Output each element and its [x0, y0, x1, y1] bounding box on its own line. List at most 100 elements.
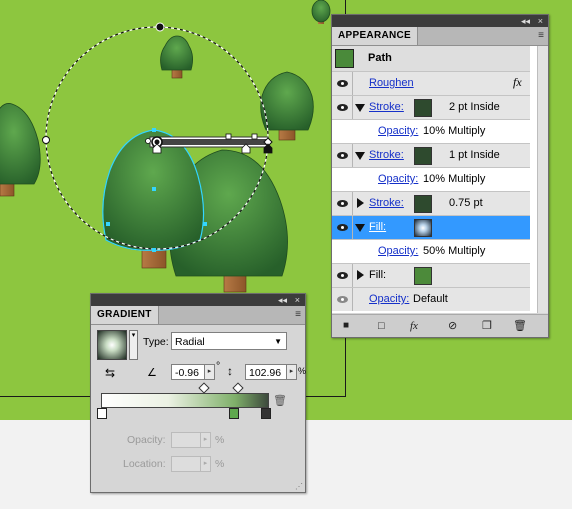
gradient-preset-dropdown-icon[interactable]: ▾ [129, 330, 138, 360]
gradient-panel: ◂◂ × GRADIENT ≡ ▾ Type: Radial ▼ ⇆ ∠ -0.… [90, 293, 306, 493]
opacity-percent-symbol: % [215, 434, 225, 446]
opacity-value: 10% Multiply [423, 173, 486, 185]
gradient-preview-swatch[interactable] [97, 330, 127, 360]
opacity-dropdown-icon[interactable]: ▸ [201, 432, 211, 448]
gradient-slider[interactable] [101, 393, 269, 408]
opacity-label: Opacity: [127, 434, 166, 446]
color-stop-green[interactable] [229, 408, 239, 419]
percent-symbol: % [298, 366, 307, 376]
degree-symbol: ° [216, 360, 221, 372]
fill-link[interactable]: Fill: [369, 221, 386, 233]
disclosure-expanded-icon[interactable] [355, 104, 365, 112]
visibility-eye-icon[interactable] [332, 216, 353, 239]
panel-menu-icon[interactable]: ≡ [538, 30, 544, 42]
opacity-link[interactable]: Opacity: [378, 245, 418, 257]
location-percent-symbol: % [215, 458, 225, 470]
visibility-eye-icon[interactable] [332, 264, 353, 287]
stroke-color-swatch[interactable] [414, 99, 432, 117]
opacity-link[interactable]: Opacity: [369, 293, 409, 305]
row-roughen[interactable]: Roughen fx [332, 72, 530, 96]
tree-tiny [311, 0, 331, 24]
stroke-color-swatch[interactable] [414, 147, 432, 165]
stroke-value: 1 pt Inside [449, 149, 500, 161]
tab-appearance[interactable]: APPEARANCE [332, 27, 419, 45]
collapse-panel-icon[interactable]: ◂◂ [278, 294, 287, 306]
appearance-panel: ◂◂ × APPEARANCE ≡ Path Roughen fx Stroke… [331, 14, 549, 338]
angle-icon: ∠ [147, 367, 157, 379]
location-input[interactable] [171, 456, 201, 472]
color-stop-dark[interactable] [261, 408, 271, 419]
disclosure-expanded-icon[interactable] [355, 224, 365, 232]
opacity-value: 10% Multiply [423, 125, 486, 137]
opacity-link[interactable]: Opacity: [378, 173, 418, 185]
row-stroke-3[interactable]: Stroke: 0.75 pt [332, 192, 530, 216]
angle-dropdown-icon[interactable]: ▸ [205, 364, 215, 380]
gradient-title-bar[interactable]: ◂◂ × [91, 294, 305, 306]
type-select-value: Radial [175, 336, 205, 348]
row-opacity-1[interactable]: Opacity: 10% Multiply [332, 120, 530, 144]
appearance-scrollbar[interactable] [537, 46, 548, 313]
chevron-down-icon: ▼ [274, 337, 282, 346]
add-new-stroke-icon[interactable]: ■ [343, 319, 349, 333]
gradient-tab-bar: GRADIENT ≡ [91, 306, 305, 325]
stroke-link[interactable]: Stroke: [369, 101, 404, 113]
type-select[interactable]: Radial ▼ [171, 332, 287, 350]
opacity-input[interactable] [171, 432, 201, 448]
close-panel-icon[interactable]: × [538, 15, 543, 27]
appearance-title-bar[interactable]: ◂◂ × [332, 15, 548, 27]
row-opacity-3[interactable]: Opacity: 50% Multiply [332, 240, 530, 264]
resize-grip-icon[interactable]: ⋰ [295, 482, 303, 491]
midpoint-diamond-2[interactable] [232, 382, 244, 394]
collapse-panel-icon[interactable]: ◂◂ [521, 15, 530, 27]
tree-left-edge [0, 103, 41, 197]
stroke-value: 0.75 pt [449, 197, 483, 209]
reverse-gradient-icon[interactable]: ⇆ [105, 366, 115, 380]
fill-gradient-swatch[interactable] [414, 219, 432, 237]
panel-menu-icon[interactable]: ≡ [295, 309, 301, 321]
clear-appearance-icon[interactable]: ⊘ [448, 319, 457, 333]
row-fill-2[interactable]: Fill: [332, 264, 530, 288]
trash-icon[interactable]: 🗑 [273, 394, 287, 407]
path-label: Path [368, 52, 392, 64]
path-thumbnail [335, 49, 354, 68]
appearance-header-row: Path [332, 46, 530, 72]
appearance-list: Path Roughen fx Stroke: 2 pt Inside Opac… [332, 46, 548, 313]
disclosure-collapsed-icon[interactable] [357, 270, 364, 280]
roughen-link[interactable]: Roughen [369, 77, 414, 89]
row-fill-selected[interactable]: Fill: [332, 216, 530, 240]
appearance-footer: ■ □ fx ⊘ ❐ 🗑 [332, 314, 548, 337]
tree-small [160, 35, 193, 79]
visibility-eye-icon[interactable] [332, 72, 353, 95]
disclosure-expanded-icon[interactable] [355, 152, 365, 160]
row-opacity-2[interactable]: Opacity: 10% Multiply [332, 168, 530, 192]
aspect-ratio-input[interactable]: 102.96 [245, 364, 287, 380]
angle-input[interactable]: -0.96 [171, 364, 205, 380]
eye-column-spacer [332, 168, 352, 191]
stroke-color-swatch[interactable] [414, 195, 432, 213]
midpoint-diamond-1[interactable] [198, 382, 210, 394]
visibility-eye-icon[interactable] [332, 96, 353, 119]
location-dropdown-icon[interactable]: ▸ [201, 456, 211, 472]
row-stroke-1[interactable]: Stroke: 2 pt Inside [332, 96, 530, 120]
duplicate-item-icon[interactable]: ❐ [482, 319, 492, 333]
stroke-link[interactable]: Stroke: [369, 197, 404, 209]
row-stroke-2[interactable]: Stroke: 1 pt Inside [332, 144, 530, 168]
stroke-link[interactable]: Stroke: [369, 149, 404, 161]
eye-column-spacer [332, 240, 352, 263]
aspect-dropdown-icon[interactable]: ▸ [287, 364, 297, 380]
appearance-tab-bar: APPEARANCE ≡ [332, 27, 548, 46]
trash-icon[interactable]: 🗑 [513, 319, 527, 333]
row-opacity-default[interactable]: Opacity: Default [332, 288, 530, 311]
tab-gradient[interactable]: GRADIENT [91, 306, 159, 324]
add-new-fill-icon[interactable]: □ [378, 319, 385, 333]
visibility-eye-icon[interactable] [332, 144, 353, 167]
fx-icon[interactable]: fx [410, 319, 418, 333]
type-label: Type: [143, 336, 169, 348]
visibility-eye-icon[interactable] [332, 288, 353, 311]
close-panel-icon[interactable]: × [295, 294, 300, 306]
visibility-eye-icon[interactable] [332, 192, 353, 215]
color-stop-white[interactable] [97, 408, 107, 419]
disclosure-collapsed-icon[interactable] [357, 198, 364, 208]
opacity-link[interactable]: Opacity: [378, 125, 418, 137]
fill-color-swatch[interactable] [414, 267, 432, 285]
